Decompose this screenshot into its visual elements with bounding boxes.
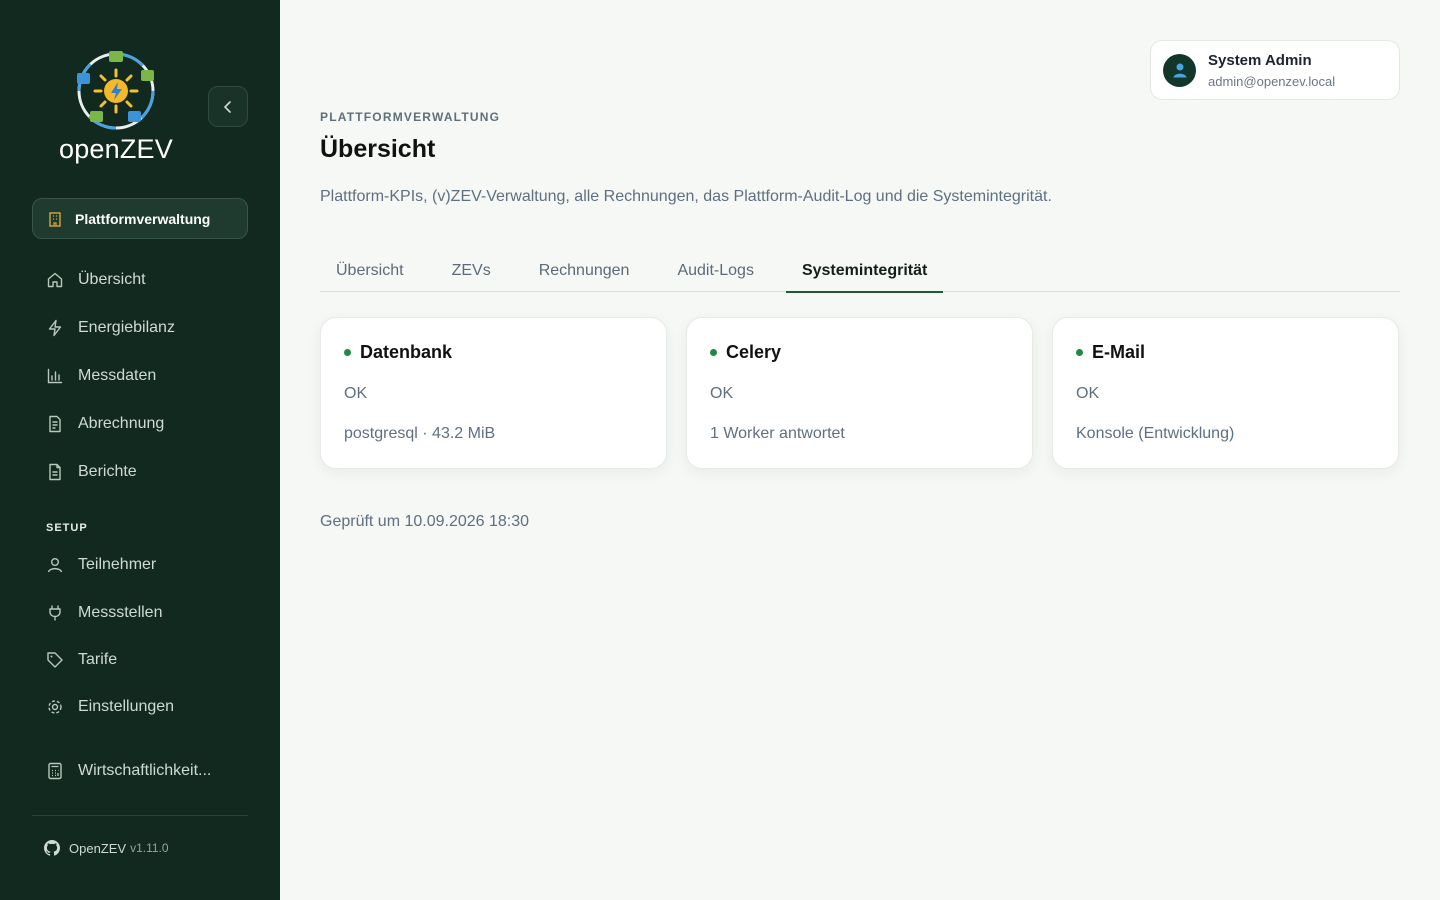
sidebar-item-messdaten[interactable]: Messdaten: [32, 356, 248, 396]
sidebar-item-berichte[interactable]: Berichte: [32, 452, 248, 492]
card-detail: Konsole (Entwicklung): [1076, 425, 1235, 442]
collapse-sidebar-button[interactable]: [208, 86, 248, 127]
sidebar-item-label: Abrechnung: [78, 415, 165, 432]
sidebar-item-energiebilanz[interactable]: Energiebilanz: [32, 308, 248, 348]
sidebar-item-label: Teilnehmer: [78, 556, 157, 573]
chevron-left-icon: [224, 100, 231, 113]
invoice-icon: [49, 415, 61, 433]
avatar: [1163, 53, 1196, 87]
page-eyebrow: PLATTFORMVERWALTUNG: [320, 110, 501, 124]
sidebar-item-messstellen[interactable]: Messstellen: [32, 593, 248, 633]
tab-zevs[interactable]: ZEVs: [436, 250, 507, 292]
status-ok-dot: [710, 349, 717, 356]
building-icon: [49, 211, 61, 227]
sidebar-item-label: Energiebilanz: [78, 319, 175, 336]
tag-icon: [47, 652, 63, 668]
sidebar-item-abrechnung[interactable]: Abrechnung: [32, 404, 248, 444]
sidebar-divider: [32, 815, 248, 816]
sidebar: openZEV Plattformverwaltung Übersicht En…: [0, 0, 280, 900]
document-icon: [49, 463, 61, 481]
health-card-database: Datenbank OK postgresql · 43.2 MiB: [320, 317, 667, 469]
tab-uebersicht[interactable]: Übersicht: [320, 250, 420, 292]
sidebar-item-teilnehmer[interactable]: Teilnehmer: [32, 545, 248, 585]
user-name: System Admin: [1208, 51, 1312, 69]
platform-admin-label: Plattformverwaltung: [75, 210, 211, 227]
app-logo[interactable]: openZEV: [48, 48, 184, 166]
tab-audit-logs[interactable]: Audit-Logs: [661, 250, 770, 292]
sidebar-item-label: Messstellen: [78, 604, 163, 621]
logo-text: openZEV: [59, 134, 173, 164]
user-menu[interactable]: System Admin admin@openzev.local: [1150, 40, 1400, 100]
settings-icon: [48, 700, 62, 714]
card-status: OK: [1076, 385, 1100, 402]
tab-systemintegritaet[interactable]: Systemintegrität: [785, 250, 944, 293]
card-detail: 1 Worker antwortet: [710, 425, 845, 442]
sidebar-footer[interactable]: OpenZEV v1.11.0: [44, 840, 169, 856]
person-icon: [1173, 63, 1186, 78]
page-description: Plattform-KPIs, (v)ZEV-Verwaltung, alle …: [320, 188, 1052, 205]
plug-icon: [49, 605, 61, 621]
sidebar-item-label: Wirtschaftlichkeit...: [78, 762, 212, 779]
sidebar-item-uebersicht[interactable]: Übersicht: [32, 260, 248, 300]
card-detail: postgresql · 43.2 MiB: [344, 425, 496, 442]
card-title: E-Mail: [1092, 342, 1146, 362]
sidebar-item-tarife[interactable]: Tarife: [32, 640, 248, 680]
sidebar-item-label: Tarife: [78, 651, 118, 668]
footer-version: v1.11.0: [130, 841, 169, 855]
health-card-email: E-Mail OK Konsole (Entwicklung): [1052, 317, 1399, 469]
platform-admin-button[interactable]: Plattformverwaltung: [32, 198, 248, 239]
status-ok-dot: [1076, 349, 1083, 356]
tab-bar: Übersicht ZEVs Rechnungen Audit-Logs Sys…: [320, 250, 1400, 293]
sidebar-item-label: Übersicht: [78, 271, 146, 288]
health-card-celery: Celery OK 1 Worker antwortet: [686, 317, 1033, 469]
card-status: OK: [710, 385, 734, 402]
bar-chart-icon: [47, 368, 63, 384]
home-icon: [47, 272, 63, 288]
tab-rechnungen[interactable]: Rechnungen: [523, 250, 646, 292]
setup-section-label: SETUP: [46, 522, 88, 534]
page-title: Übersicht: [320, 135, 436, 163]
card-status: OK: [344, 385, 368, 402]
checked-timestamp: Geprüft um 10.09.2026 18:30: [320, 513, 530, 530]
card-title: Datenbank: [360, 342, 453, 362]
logo-icon: [77, 51, 155, 130]
card-title: Celery: [726, 342, 782, 362]
sidebar-item-einstellungen[interactable]: Einstellungen: [32, 687, 248, 727]
sidebar-item-wirtschaftlichkeit[interactable]: Wirtschaftlichkeit...: [32, 751, 248, 791]
status-ok-dot: [344, 349, 351, 356]
user-email: admin@openzev.local: [1208, 73, 1336, 89]
user-icon: [47, 558, 63, 573]
sidebar-item-label: Berichte: [78, 463, 137, 480]
calculator-icon: [48, 762, 62, 780]
sidebar-item-label: Einstellungen: [78, 698, 175, 715]
sidebar-item-label: Messdaten: [78, 367, 157, 384]
bolt-icon: [48, 319, 62, 337]
footer-app-name: OpenZEV: [69, 840, 127, 856]
github-icon: [44, 840, 60, 856]
